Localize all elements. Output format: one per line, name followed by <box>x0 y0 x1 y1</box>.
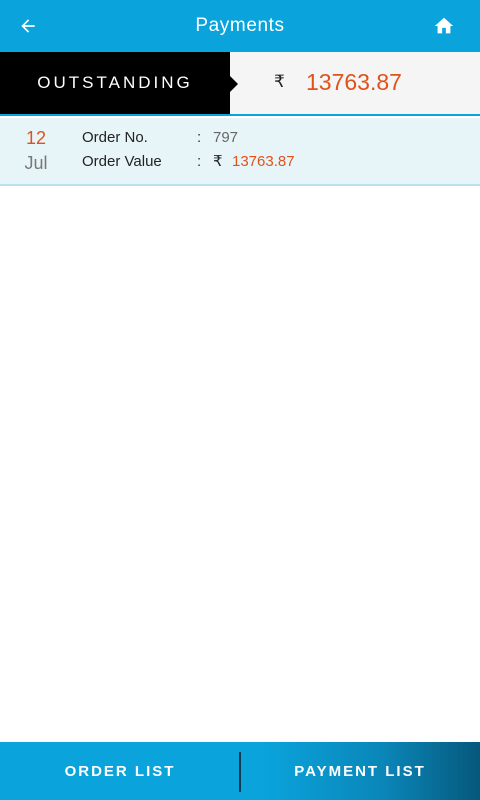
home-icon <box>434 17 454 34</box>
bottom-nav: ORDER LIST PAYMENT LIST <box>0 742 480 800</box>
back-button[interactable] <box>14 12 42 40</box>
order-no-separator: : <box>197 129 202 146</box>
order-value-amount: 13763.87 <box>232 153 295 170</box>
outstanding-label-box: OUTSTANDING <box>0 52 238 114</box>
list-item[interactable]: 12 Jul Order No. : 797 Order Value : ₹ 1… <box>0 118 480 186</box>
rupee-icon: ₹ <box>274 72 285 91</box>
arrow-left-icon <box>21 19 35 33</box>
tab-payment-list[interactable]: PAYMENT LIST <box>240 742 480 800</box>
nav-divider <box>239 752 241 792</box>
app-bar: Payments <box>0 0 480 52</box>
page-title: Payments <box>195 15 285 36</box>
outstanding-amount: 13763.87 <box>306 69 402 95</box>
order-no-value: 797 <box>213 129 239 146</box>
order-no-label: Order No. <box>82 129 148 146</box>
rupee-icon: ₹ <box>213 153 223 170</box>
pointer-arrow <box>230 76 238 92</box>
order-value-separator: : <box>197 153 202 170</box>
outstanding-label: OUTSTANDING <box>37 73 193 92</box>
home-button[interactable] <box>432 14 456 38</box>
order-day: 12 <box>25 128 47 148</box>
tab-order-list[interactable]: ORDER LIST <box>0 742 240 800</box>
outstanding-summary: OUTSTANDING ₹ 13763.87 <box>0 52 480 116</box>
order-month: Jul <box>24 153 48 173</box>
order-value-label: Order Value <box>82 153 162 170</box>
